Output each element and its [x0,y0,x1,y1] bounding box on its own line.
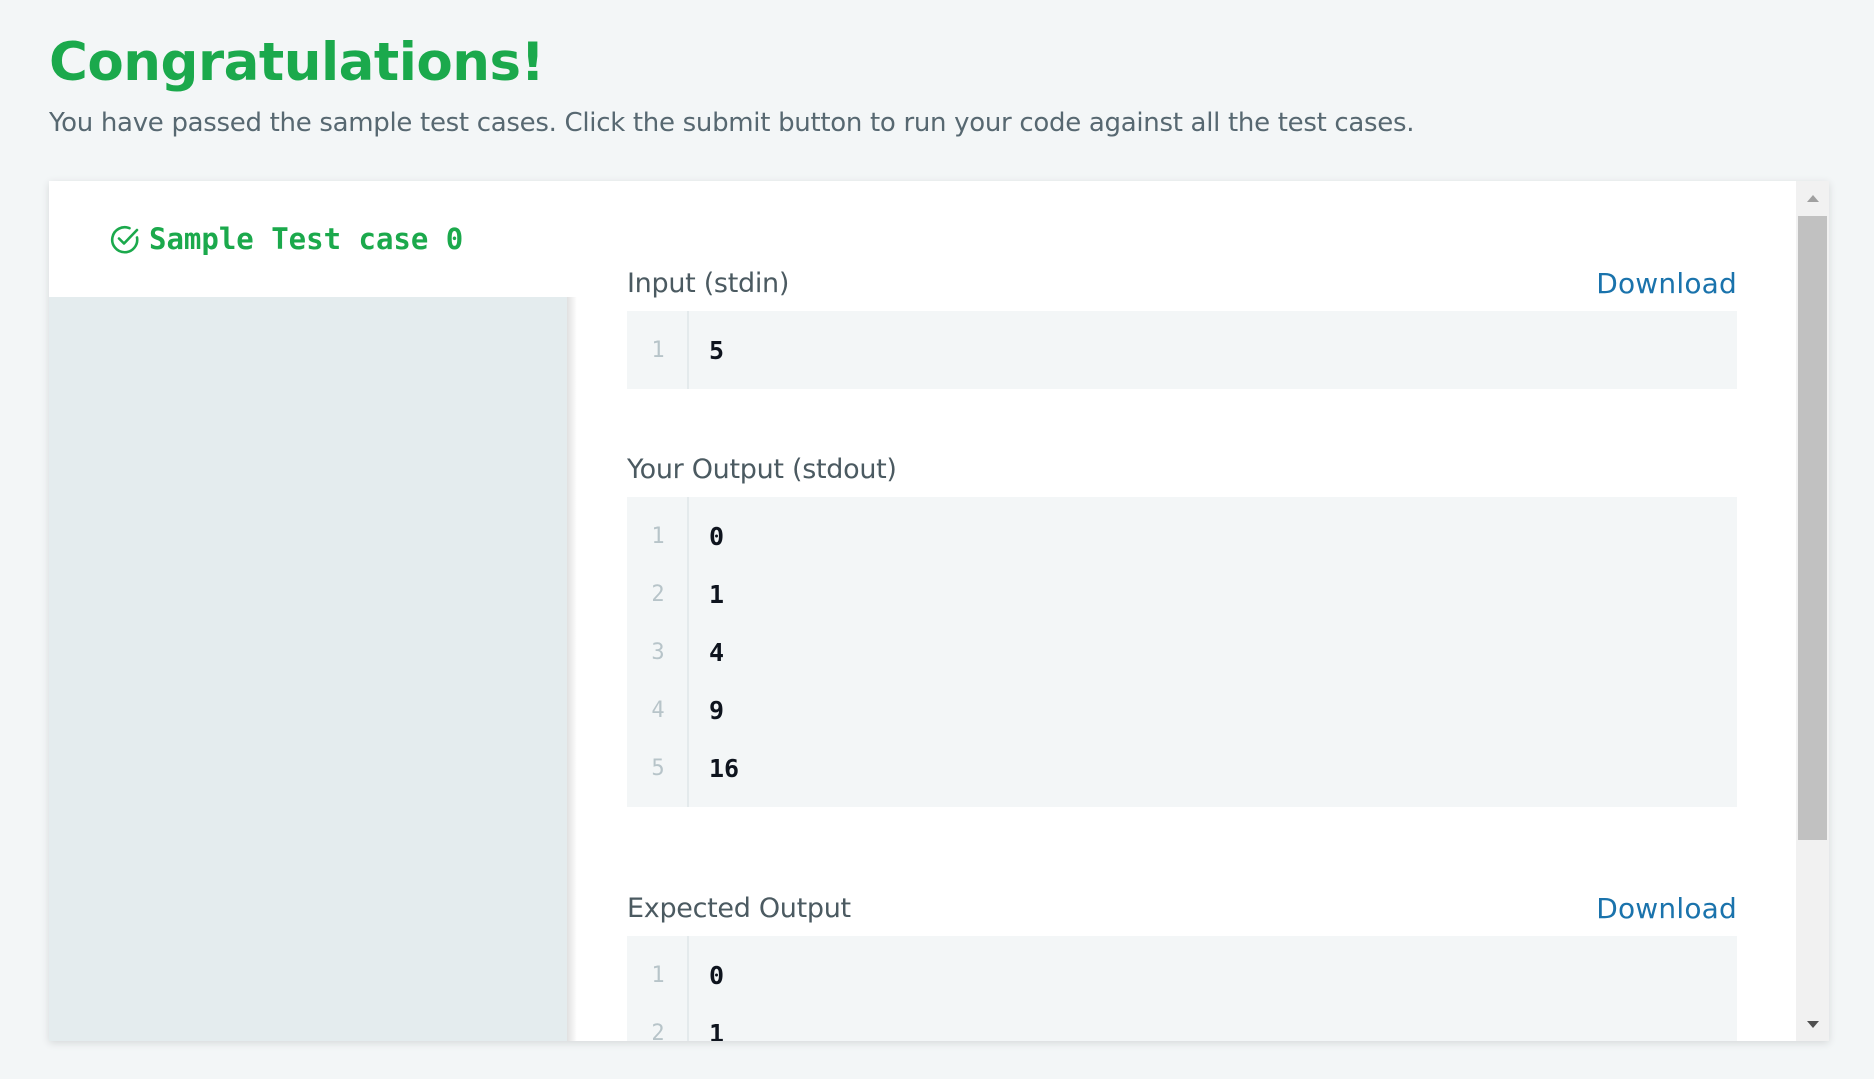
code-line: 1 0 [627,946,1737,1004]
your-output-section-header: Your Output (stdout) [627,449,1737,489]
results-page: Congratulations! You have passed the sam… [0,0,1874,1079]
expected-output-section-title: Expected Output [627,892,851,924]
line-text: 9 [709,695,725,725]
code-line: 1 5 [627,321,1737,379]
input-download-link[interactable]: Download [1596,267,1737,300]
line-text: 5 [709,335,725,365]
tab-label: Sample Test case 0 [149,222,464,256]
line-number: 2 [651,581,665,607]
line-text: 1 [709,1018,725,1042]
your-output-section-title: Your Output (stdout) [627,453,897,485]
line-text: 0 [709,960,725,990]
expected-output-download-link[interactable]: Download [1596,892,1737,925]
congratulations-message: You have passed the sample test cases. C… [49,108,1415,138]
line-number: 1 [651,337,665,363]
line-number: 4 [651,697,665,723]
expected-output-code-box: 1 0 2 1 [627,936,1737,1041]
line-number: 1 [651,962,665,988]
line-text: 4 [709,637,725,667]
expected-output-section-header: Expected Output Download [627,888,1737,928]
line-number: 5 [651,755,665,781]
scroll-up-arrow-icon[interactable] [1796,185,1829,211]
your-output-code-box: 1 0 2 1 3 4 4 9 5 16 [627,497,1737,807]
line-text: 0 [709,521,725,551]
sidebar-shadow [567,297,577,1041]
code-line: 2 1 [627,565,1737,623]
scroll-down-arrow-icon[interactable] [1796,1011,1829,1037]
line-text: 1 [709,579,725,609]
line-text: 16 [709,753,740,783]
line-number: 1 [651,523,665,549]
congratulations-heading: Congratulations! [49,32,545,93]
test-case-details: Input (stdin) Download 1 5 Your Output (… [627,181,1737,1041]
input-section-header: Input (stdin) Download [627,263,1737,303]
code-line: 4 9 [627,681,1737,739]
check-circle-icon [109,223,141,255]
input-code-box: 1 5 [627,311,1737,389]
code-line: 2 1 [627,1004,1737,1042]
scrollbar-thumb[interactable] [1798,216,1827,840]
tab-sample-test-case-0[interactable]: Sample Test case 0 [49,181,567,297]
test-case-sidebar: Sample Test case 0 [49,181,567,1041]
input-section-title: Input (stdin) [627,267,790,299]
test-results-panel: Sample Test case 0 Input (stdin) Downloa… [49,181,1829,1041]
line-number: 2 [651,1020,665,1042]
code-line: 3 4 [627,623,1737,681]
code-line: 1 0 [627,507,1737,565]
vertical-scrollbar[interactable] [1796,181,1829,1041]
code-line: 5 16 [627,739,1737,797]
line-number: 3 [651,639,665,665]
